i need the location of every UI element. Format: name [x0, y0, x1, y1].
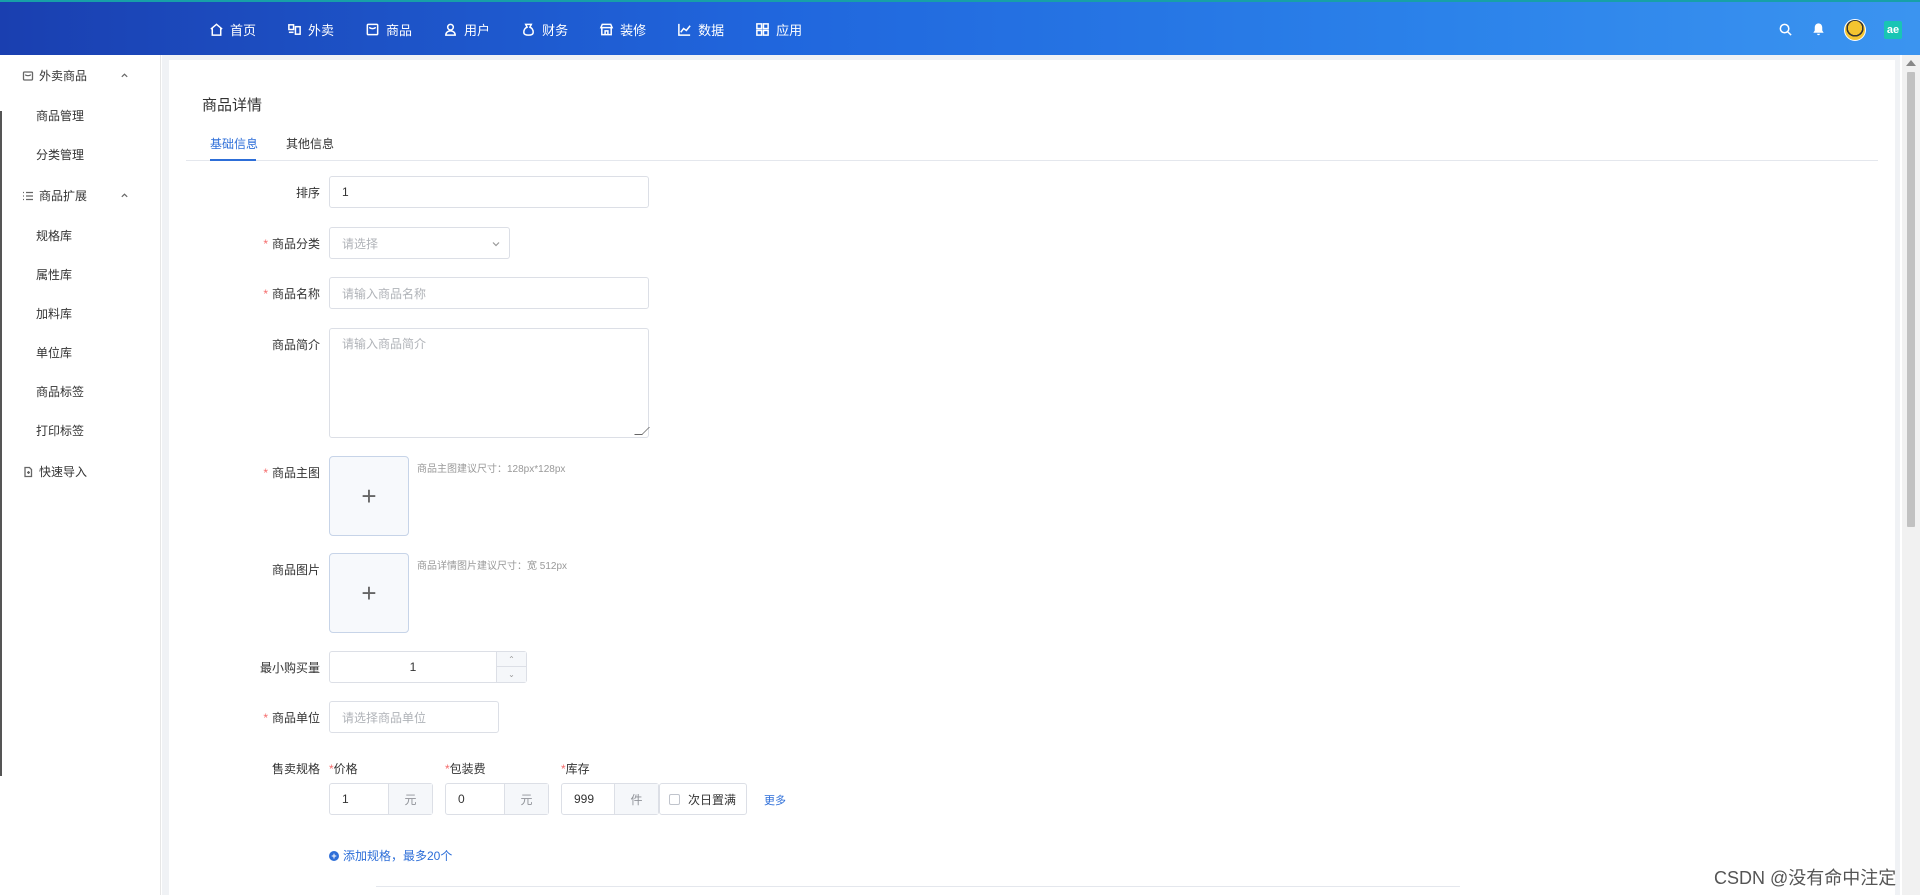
- more-link[interactable]: 更多: [764, 792, 786, 808]
- active-tab-indicator: [210, 159, 256, 161]
- divider: [376, 886, 1460, 887]
- nav-home[interactable]: 首页: [209, 20, 256, 39]
- unit-label: * 商品单位: [263, 711, 320, 725]
- tab-basic-info[interactable]: 基础信息: [210, 135, 258, 152]
- nav-finance[interactable]: 财务: [521, 20, 568, 39]
- tab-bar: 基础信息 其他信息: [186, 135, 1878, 161]
- sale-spec-label: 售卖规格: [271, 762, 320, 776]
- next-day-full-checkbox[interactable]: 次日置满: [659, 783, 747, 815]
- list-icon: [23, 191, 33, 200]
- scroll-thumb[interactable]: [1907, 72, 1915, 527]
- add-spec-button[interactable]: + 添加规格，最多20个: [329, 847, 452, 864]
- plus-icon: +: [361, 577, 377, 608]
- decrement-button[interactable]: ⌄: [497, 667, 526, 682]
- price-label: *价格: [329, 762, 358, 776]
- plus-circle-icon: +: [329, 850, 339, 861]
- page-title: 商品详情: [202, 97, 263, 114]
- product-images-upload[interactable]: +: [329, 553, 409, 633]
- stock-input[interactable]: 999 件: [561, 783, 659, 815]
- min-qty-stepper[interactable]: 1 ⌃ ⌄: [329, 651, 527, 683]
- tab-other-info[interactable]: 其他信息: [286, 135, 334, 152]
- packing-fee-input[interactable]: 0 元: [445, 783, 549, 815]
- apps-icon: [756, 23, 769, 36]
- stock-label: *库存: [561, 762, 590, 776]
- product-images-label: 商品图片: [271, 563, 320, 577]
- sidebar: 外卖商品 商品管理 分类管理 商品扩展 规格库 属性库 加料库 单位库 商品标签…: [0, 55, 161, 895]
- user-icon: [445, 23, 456, 36]
- price-input[interactable]: 1 元: [329, 783, 433, 815]
- chevron-down-icon: [492, 242, 500, 247]
- nav-store[interactable]: 装修: [599, 20, 646, 39]
- product-intro-textarea[interactable]: 请输入商品简介: [329, 328, 650, 438]
- packing-fee-unit: 元: [504, 784, 548, 814]
- takeout-icon: [288, 24, 301, 35]
- sidebar-item-product-tags[interactable]: 商品标签: [36, 383, 84, 400]
- ai-badge-icon[interactable]: ae: [1884, 20, 1902, 39]
- sidebar-item-addon-library[interactable]: 加料库: [36, 305, 72, 322]
- price-unit: 元: [388, 784, 432, 814]
- sidebar-group-takeout-products[interactable]: 外卖商品: [22, 67, 134, 84]
- box-icon: [22, 70, 34, 81]
- sidebar-item-print-labels[interactable]: 打印标签: [36, 422, 84, 439]
- sort-input[interactable]: 1: [329, 176, 649, 208]
- chevron-up-icon: [121, 193, 128, 198]
- nav-user[interactable]: 用户: [443, 20, 490, 39]
- import-icon: [24, 466, 33, 477]
- main-image-hint: 商品主图建议尺寸：128px*128px: [417, 464, 566, 475]
- store-icon: [599, 23, 614, 36]
- category-label: * 商品分类: [263, 237, 320, 251]
- watermark: CSDN @没有命中注定: [1714, 868, 1897, 888]
- main-image-label: * 商品主图: [263, 466, 320, 480]
- top-right-tools: ae: [1760, 2, 1902, 57]
- min-qty-label: 最小购买量: [259, 661, 320, 675]
- unit-select[interactable]: 请选择商品单位: [329, 701, 499, 733]
- scroll-up-arrow-icon[interactable]: [1906, 60, 1916, 66]
- resize-handle-icon[interactable]: [634, 427, 650, 435]
- nav-apps[interactable]: 应用: [755, 20, 802, 39]
- window-edge: [0, 111, 2, 776]
- top-navbar: 首页 外卖 商品 用户 财务 装修 数据 应用 ae: [0, 0, 1920, 55]
- main-nav: 首页 外卖 商品 用户 财务 装修 数据 应用: [209, 2, 833, 57]
- product-name-label: * 商品名称: [263, 287, 320, 301]
- sidebar-group-product-extension[interactable]: 商品扩展: [22, 187, 134, 204]
- sidebar-item-product-management[interactable]: 商品管理: [36, 107, 84, 124]
- main-image-upload[interactable]: +: [329, 456, 409, 536]
- sidebar-item-attribute-library[interactable]: 属性库: [36, 266, 72, 283]
- nav-data[interactable]: 数据: [677, 20, 724, 39]
- increment-button[interactable]: ⌃: [497, 652, 526, 667]
- page-scrollbar[interactable]: [1902, 55, 1920, 895]
- product-icon: [366, 23, 379, 36]
- sort-label: 排序: [295, 186, 320, 200]
- search-icon[interactable]: [1778, 22, 1793, 37]
- sidebar-item-quick-import[interactable]: 快速导入: [22, 463, 134, 480]
- checkbox-icon: [669, 793, 680, 805]
- chart-icon: [678, 23, 691, 36]
- chevron-up-icon: [121, 73, 128, 78]
- category-select[interactable]: 请选择: [329, 227, 510, 259]
- finance-icon: [523, 23, 535, 36]
- nav-takeout[interactable]: 外卖: [287, 20, 334, 39]
- sidebar-item-spec-library[interactable]: 规格库: [36, 227, 72, 244]
- sidebar-item-category-management[interactable]: 分类管理: [36, 146, 84, 163]
- avatar[interactable]: [1844, 18, 1866, 41]
- home-icon: [210, 23, 223, 36]
- nav-product[interactable]: 商品: [365, 20, 412, 39]
- bell-icon[interactable]: [1811, 22, 1826, 37]
- product-intro-label: 商品简介: [271, 338, 320, 352]
- stock-unit: 件: [614, 784, 658, 814]
- sidebar-item-unit-library[interactable]: 单位库: [36, 344, 72, 361]
- plus-icon: +: [361, 480, 377, 511]
- product-name-input[interactable]: 请输入商品名称: [329, 277, 649, 309]
- product-images-hint: 商品详情图片建议尺寸：宽 512px: [417, 561, 568, 572]
- packing-fee-label: *包装费: [445, 762, 486, 776]
